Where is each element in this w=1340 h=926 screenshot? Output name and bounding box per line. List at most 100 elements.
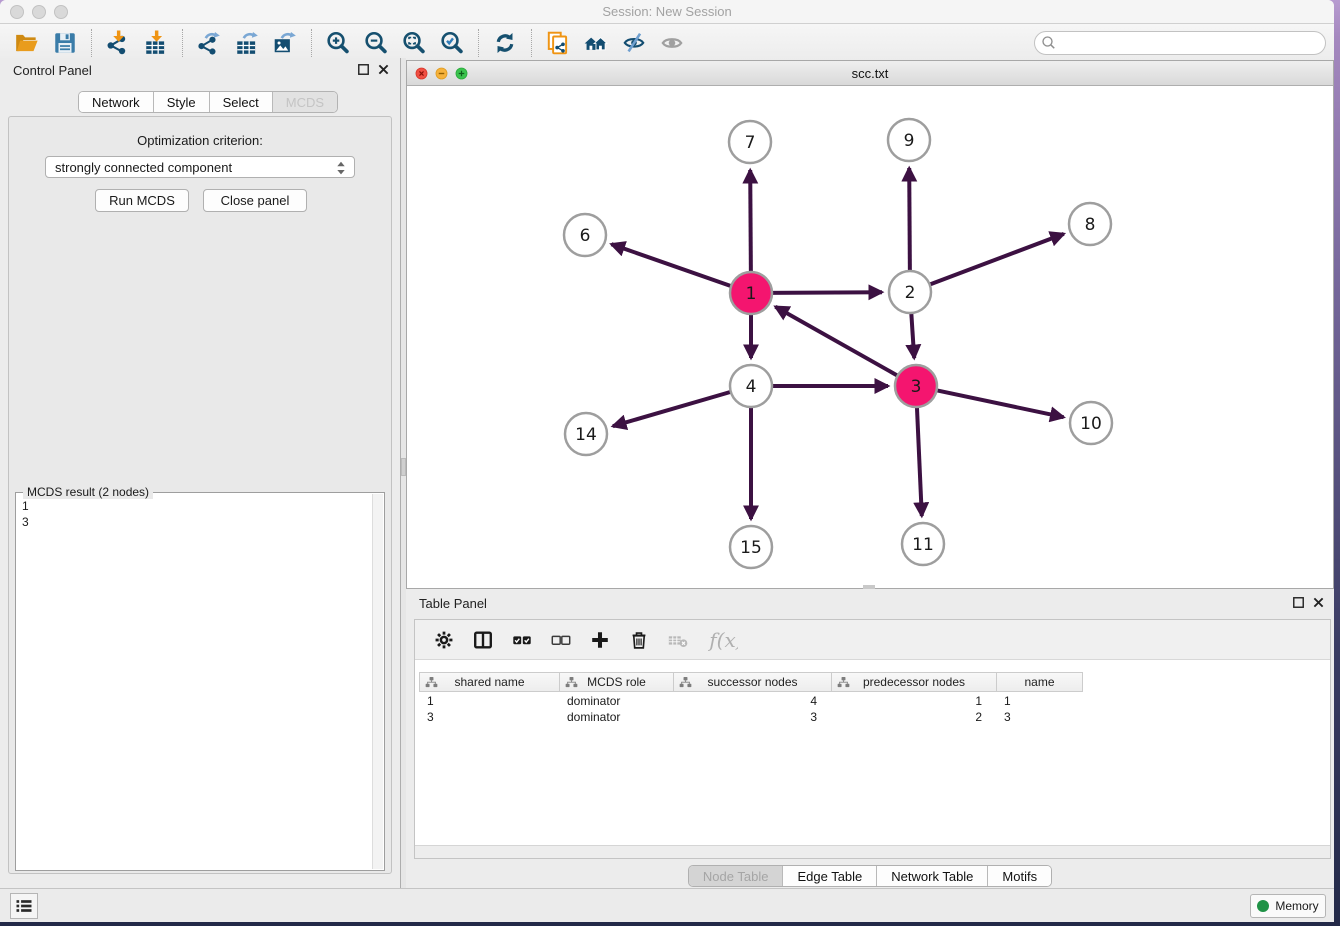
tab-network[interactable]: Network	[79, 92, 154, 112]
tab-select[interactable]: Select	[210, 92, 273, 112]
tab-network-table[interactable]: Network Table	[877, 866, 988, 886]
new-network-from-selection-button[interactable]	[539, 27, 577, 59]
zoom-in-button[interactable]	[319, 27, 357, 59]
mcds-result-group: MCDS result (2 nodes) 13	[15, 492, 385, 871]
mcds-tab-content: Optimization criterion: strongly connect…	[8, 116, 392, 874]
show-columns-button[interactable]	[470, 627, 496, 653]
edge-2-9[interactable]	[909, 168, 910, 274]
network-resize-handle[interactable]	[863, 585, 875, 589]
control-panel-tabs: NetworkStyleSelectMCDS	[78, 91, 338, 113]
import-network-button[interactable]	[99, 27, 137, 59]
settings-gear-button[interactable]	[431, 627, 457, 653]
network-graph: 7968124314101511	[407, 86, 1333, 588]
table-rows: 1dominator4113dominator323	[419, 693, 1081, 725]
result-item[interactable]: 1	[22, 498, 29, 514]
cell-name[interactable]: 1	[996, 693, 1081, 709]
node-label-10: 10	[1080, 414, 1102, 434]
chevron-updown-icon	[331, 158, 351, 178]
edge-3-1[interactable]	[775, 307, 900, 378]
float-panel-icon[interactable]	[357, 63, 370, 79]
deselect-all-checkboxes-button[interactable]	[548, 627, 574, 653]
network-canvas[interactable]: 7968124314101511	[407, 86, 1333, 588]
table-row[interactable]: 1dominator411	[419, 693, 1081, 709]
run-mcds-button[interactable]: Run MCDS	[95, 189, 189, 212]
cell-predecessor-nodes[interactable]: 2	[831, 709, 996, 725]
zoom-selected-button[interactable]	[433, 27, 471, 59]
node-label-3: 3	[911, 377, 922, 397]
column-header-predecessor-nodes[interactable]: predecessor nodes	[832, 673, 997, 691]
tab-mcds[interactable]: MCDS	[273, 92, 337, 112]
column-header-shared-name[interactable]: shared name	[420, 673, 560, 691]
dropdown-value: strongly connected component	[55, 160, 232, 175]
close-panel-button[interactable]: Close panel	[203, 189, 307, 212]
hide-selected-button[interactable]	[615, 27, 653, 59]
edge-3-11[interactable]	[917, 404, 922, 516]
add-column-button[interactable]	[587, 627, 613, 653]
column-header-successor-nodes[interactable]: successor nodes	[674, 673, 832, 691]
mcds-result-list: 13	[22, 498, 29, 530]
tab-node-table[interactable]: Node Table	[689, 866, 784, 886]
main-toolbar	[0, 24, 1334, 62]
table-row[interactable]: 3dominator323	[419, 709, 1081, 725]
edge-1-7[interactable]	[750, 170, 751, 275]
cell-name[interactable]: 3	[996, 709, 1081, 725]
edge-1-2[interactable]	[769, 292, 882, 293]
result-item[interactable]: 3	[22, 514, 29, 530]
control-panel-header: Control Panel	[0, 58, 400, 84]
export-network-button[interactable]	[190, 27, 228, 59]
function-builder-button: f(x)	[704, 627, 742, 653]
edge-1-6[interactable]	[611, 244, 734, 287]
edge-4-14[interactable]	[613, 391, 734, 426]
node-label-14: 14	[575, 425, 597, 445]
toolbar-separator	[182, 29, 183, 57]
edge-2-8[interactable]	[927, 234, 1064, 286]
cell-MCDS-role[interactable]: dominator	[559, 709, 673, 725]
cell-successor-nodes[interactable]: 3	[673, 709, 831, 725]
cell-predecessor-nodes[interactable]: 1	[831, 693, 996, 709]
cell-shared-name[interactable]: 3	[419, 709, 559, 725]
cell-successor-nodes[interactable]: 4	[673, 693, 831, 709]
memory-button[interactable]: Memory	[1250, 894, 1326, 918]
first-neighbors-button[interactable]	[577, 27, 615, 59]
node-label-7: 7	[745, 133, 756, 153]
delete-column-button[interactable]	[626, 627, 652, 653]
node-table-block: f(x) shared nameMCDS rolesuccessor nodes…	[414, 619, 1331, 859]
optimization-criterion-select[interactable]: strongly connected component	[45, 156, 355, 178]
select-all-checkboxes-button[interactable]	[509, 627, 535, 653]
delete-table-button	[665, 627, 691, 653]
result-scrollbar[interactable]	[372, 494, 383, 869]
table-panel: Table Panel f(x) shared nameMCDS rolesuc…	[406, 591, 1334, 884]
node-label-8: 8	[1085, 215, 1096, 235]
list-icon	[14, 896, 34, 916]
edge-3-10[interactable]	[934, 390, 1064, 418]
zoom-out-button[interactable]	[357, 27, 395, 59]
table-panel-title: Table Panel	[419, 596, 487, 611]
save-session-button[interactable]	[46, 27, 84, 59]
export-table-button[interactable]	[228, 27, 266, 59]
open-file-button[interactable]	[8, 27, 46, 59]
edge-2-3[interactable]	[911, 310, 914, 358]
tab-motifs[interactable]: Motifs	[988, 866, 1051, 886]
app-window: Session: New Session Control Panel Netwo…	[0, 0, 1334, 922]
tab-edge-table[interactable]: Edge Table	[783, 866, 877, 886]
memory-status-dot	[1257, 900, 1269, 912]
column-header-MCDS-role[interactable]: MCDS role	[560, 673, 674, 691]
close-panel-icon[interactable]	[377, 63, 390, 79]
import-table-button[interactable]	[137, 27, 175, 59]
refresh-layout-button[interactable]	[486, 27, 524, 59]
column-header-name[interactable]: name	[997, 673, 1082, 691]
cell-MCDS-role[interactable]: dominator	[559, 693, 673, 709]
search-input[interactable]	[1034, 31, 1326, 55]
cell-shared-name[interactable]: 1	[419, 693, 559, 709]
task-history-button[interactable]	[10, 893, 38, 919]
optimization-criterion-label: Optimization criterion:	[9, 133, 391, 148]
zoom-fit-button[interactable]	[395, 27, 433, 59]
table-hscrollbar[interactable]	[415, 845, 1330, 858]
node-label-1: 1	[746, 284, 757, 304]
show-all-button	[653, 27, 691, 59]
export-image-button[interactable]	[266, 27, 304, 59]
tab-style[interactable]: Style	[154, 92, 210, 112]
node-label-15: 15	[740, 538, 762, 558]
close-table-panel-icon[interactable]	[1312, 596, 1325, 612]
float-table-panel-icon[interactable]	[1292, 596, 1305, 612]
